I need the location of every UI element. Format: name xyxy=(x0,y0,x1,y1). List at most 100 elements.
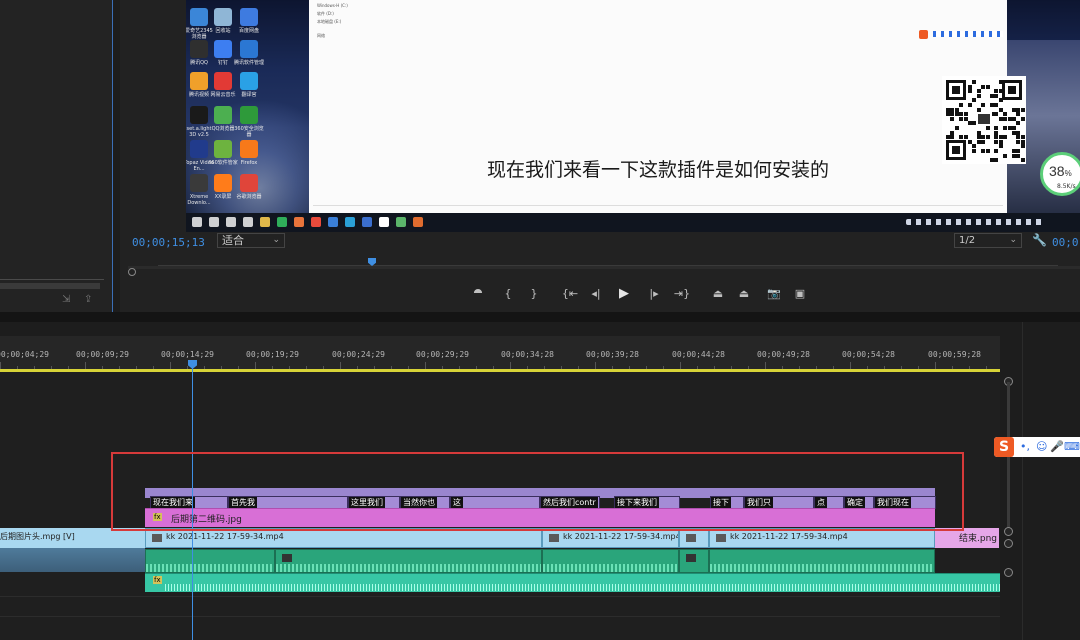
video-frame: 爱奇艺2345浏览器 回收站 百度网盘 腾讯QQ 钉钉 腾讯软件管理 腾讯视频 网易云音乐 翻译… xyxy=(186,0,1080,232)
keyboard-icon[interactable]: ⌨ xyxy=(1064,440,1080,453)
time-ruler[interactable]: 00;00;04;29 00;00;09;29 00;00;14;29 00;00;1… xyxy=(0,336,1000,370)
desktop-app-icon xyxy=(214,106,232,124)
taskbar-app-icon xyxy=(379,217,389,227)
qr-cell xyxy=(1016,153,1021,158)
music-clip[interactable]: fx xyxy=(145,573,1000,592)
playhead-timecode[interactable]: 00;00;15;13 xyxy=(132,236,205,249)
qr-cell xyxy=(994,139,999,144)
film-icon xyxy=(549,534,559,542)
qr-cell xyxy=(968,103,972,107)
playback-resolution-dropdown[interactable]: 1/2 ⌄ xyxy=(954,233,1022,248)
emoji-icon[interactable]: ☺ xyxy=(1036,440,1047,453)
qr-cell xyxy=(959,112,964,117)
ime-toolbar[interactable]: S •, ☺ 🎤 ⌨ xyxy=(994,437,1080,457)
clip-name: kk 2021-11-22 17-59-34.mp4 xyxy=(563,532,679,541)
zoom-handle[interactable] xyxy=(128,268,136,276)
file-explorer-window: Windows-H (C:) 软件 (D:) 本地磁盘 (E:) 网络 现在我们… xyxy=(309,0,1007,213)
audio-clip[interactable] xyxy=(145,549,275,573)
qr-cell xyxy=(1016,130,1021,135)
qr-cell xyxy=(968,121,972,126)
qr-cell xyxy=(981,103,986,107)
taskbar-app-icon xyxy=(226,217,236,227)
qr-cell xyxy=(1020,107,1025,112)
qr-cell xyxy=(1012,116,1016,121)
microphone-icon[interactable]: 🎤 xyxy=(1050,440,1064,453)
qr-cell xyxy=(963,135,968,140)
qr-cell xyxy=(1003,153,1008,158)
desktop-app-icon xyxy=(214,8,232,26)
zoom-fit-dropdown[interactable]: 适合 ⌄ xyxy=(217,233,285,248)
mark-in-button[interactable]: { xyxy=(498,284,518,304)
export-icon[interactable]: ⇪ xyxy=(84,294,92,305)
qr-cell xyxy=(1003,126,1008,130)
desktop-app-icon xyxy=(240,8,258,26)
scrubber-track[interactable] xyxy=(128,266,1080,269)
audio-clip[interactable] xyxy=(542,549,679,573)
compare-view-button[interactable]: ▣ xyxy=(790,284,810,304)
add-marker-button[interactable]: ⯊ xyxy=(468,284,488,304)
punctuation-icon[interactable]: •, xyxy=(1020,440,1030,453)
end-image-clip[interactable]: 结束.png xyxy=(935,528,999,548)
qr-cell xyxy=(976,135,981,140)
panel-divider xyxy=(0,312,1080,322)
audio-waveform xyxy=(543,564,678,572)
qr-cell xyxy=(972,98,977,103)
video-clip[interactable]: kk 2021-11-22 17-59-34.mp4 xyxy=(542,528,679,548)
settings-wrench-icon[interactable]: 🔧 xyxy=(1032,233,1047,247)
scrubber-ticks xyxy=(158,258,1058,266)
video-clip[interactable]: kk 2021-11-22 17-59-34.mp4 xyxy=(145,528,542,548)
scroll-knob[interactable] xyxy=(1004,539,1013,548)
video-clip[interactable] xyxy=(679,528,709,548)
play-button[interactable]: ▶ xyxy=(614,284,634,304)
video-clip[interactable]: kk 2021-11-22 17-59-34.mp4 xyxy=(709,528,935,548)
step-forward-button[interactable]: |▸ xyxy=(644,284,664,304)
scroll-knob[interactable] xyxy=(1004,527,1013,536)
windows-start-icon xyxy=(192,217,202,227)
insert-icon[interactable]: ⇲ xyxy=(62,294,70,305)
desktop-app-icon xyxy=(190,40,208,58)
desktop-app-icon xyxy=(240,72,258,90)
step-back-button[interactable]: ◂| xyxy=(586,284,606,304)
extract-button[interactable]: ⏏ xyxy=(734,284,754,304)
timeline-vertical-scroll[interactable] xyxy=(1003,372,1015,640)
qr-cell xyxy=(990,158,994,163)
audio-clip[interactable] xyxy=(679,549,709,573)
qr-cell xyxy=(972,144,977,149)
network-node: 网络 xyxy=(317,33,325,38)
qr-cell xyxy=(994,149,999,153)
qr-cell xyxy=(1003,116,1008,121)
qr-cell xyxy=(994,158,999,163)
qr-cell xyxy=(998,89,1003,94)
clip-name: kk 2021-11-22 17-59-34.mp4 xyxy=(166,532,284,541)
clip-name: kk 2021-11-22 17-59-34.mp4 xyxy=(730,532,848,541)
ime-tool-icons xyxy=(933,31,1003,37)
intro-audio-clip[interactable] xyxy=(0,548,145,572)
qr-cell xyxy=(954,112,959,117)
go-to-in-button[interactable]: {⇤ xyxy=(560,284,580,304)
qr-cell xyxy=(1012,107,1016,112)
qr-cell xyxy=(994,130,999,135)
ruler-label: 00;00;39;28 xyxy=(586,350,639,359)
taskbar-app-icon xyxy=(362,217,372,227)
desktop-app-icon xyxy=(240,174,258,192)
audio-clip[interactable] xyxy=(275,549,542,573)
scroll-knob[interactable] xyxy=(1004,568,1013,577)
audio-icon xyxy=(686,554,696,562)
intro-video-clip[interactable]: 后期图片头.mpg [V] xyxy=(0,528,145,548)
export-frame-button[interactable]: 📷 xyxy=(764,284,784,304)
qr-cell xyxy=(981,149,986,153)
ruler-label: 00;00;34;28 xyxy=(501,350,554,359)
source-scrollbar[interactable] xyxy=(0,283,100,289)
qr-cell xyxy=(985,84,990,89)
ruler-label: 00;00;09;29 xyxy=(76,350,129,359)
taskbar-app-icon xyxy=(260,217,270,227)
audio-clip[interactable] xyxy=(709,549,935,573)
program-scrubber[interactable] xyxy=(128,258,1080,276)
qr-cell xyxy=(985,135,990,140)
mark-out-button[interactable]: } xyxy=(524,284,544,304)
go-to-out-button[interactable]: ⇥} xyxy=(672,284,692,304)
scroll-rail[interactable] xyxy=(1007,382,1010,532)
lift-button[interactable]: ⏏ xyxy=(708,284,728,304)
qr-cell xyxy=(994,89,999,94)
qr-cell xyxy=(981,139,986,144)
